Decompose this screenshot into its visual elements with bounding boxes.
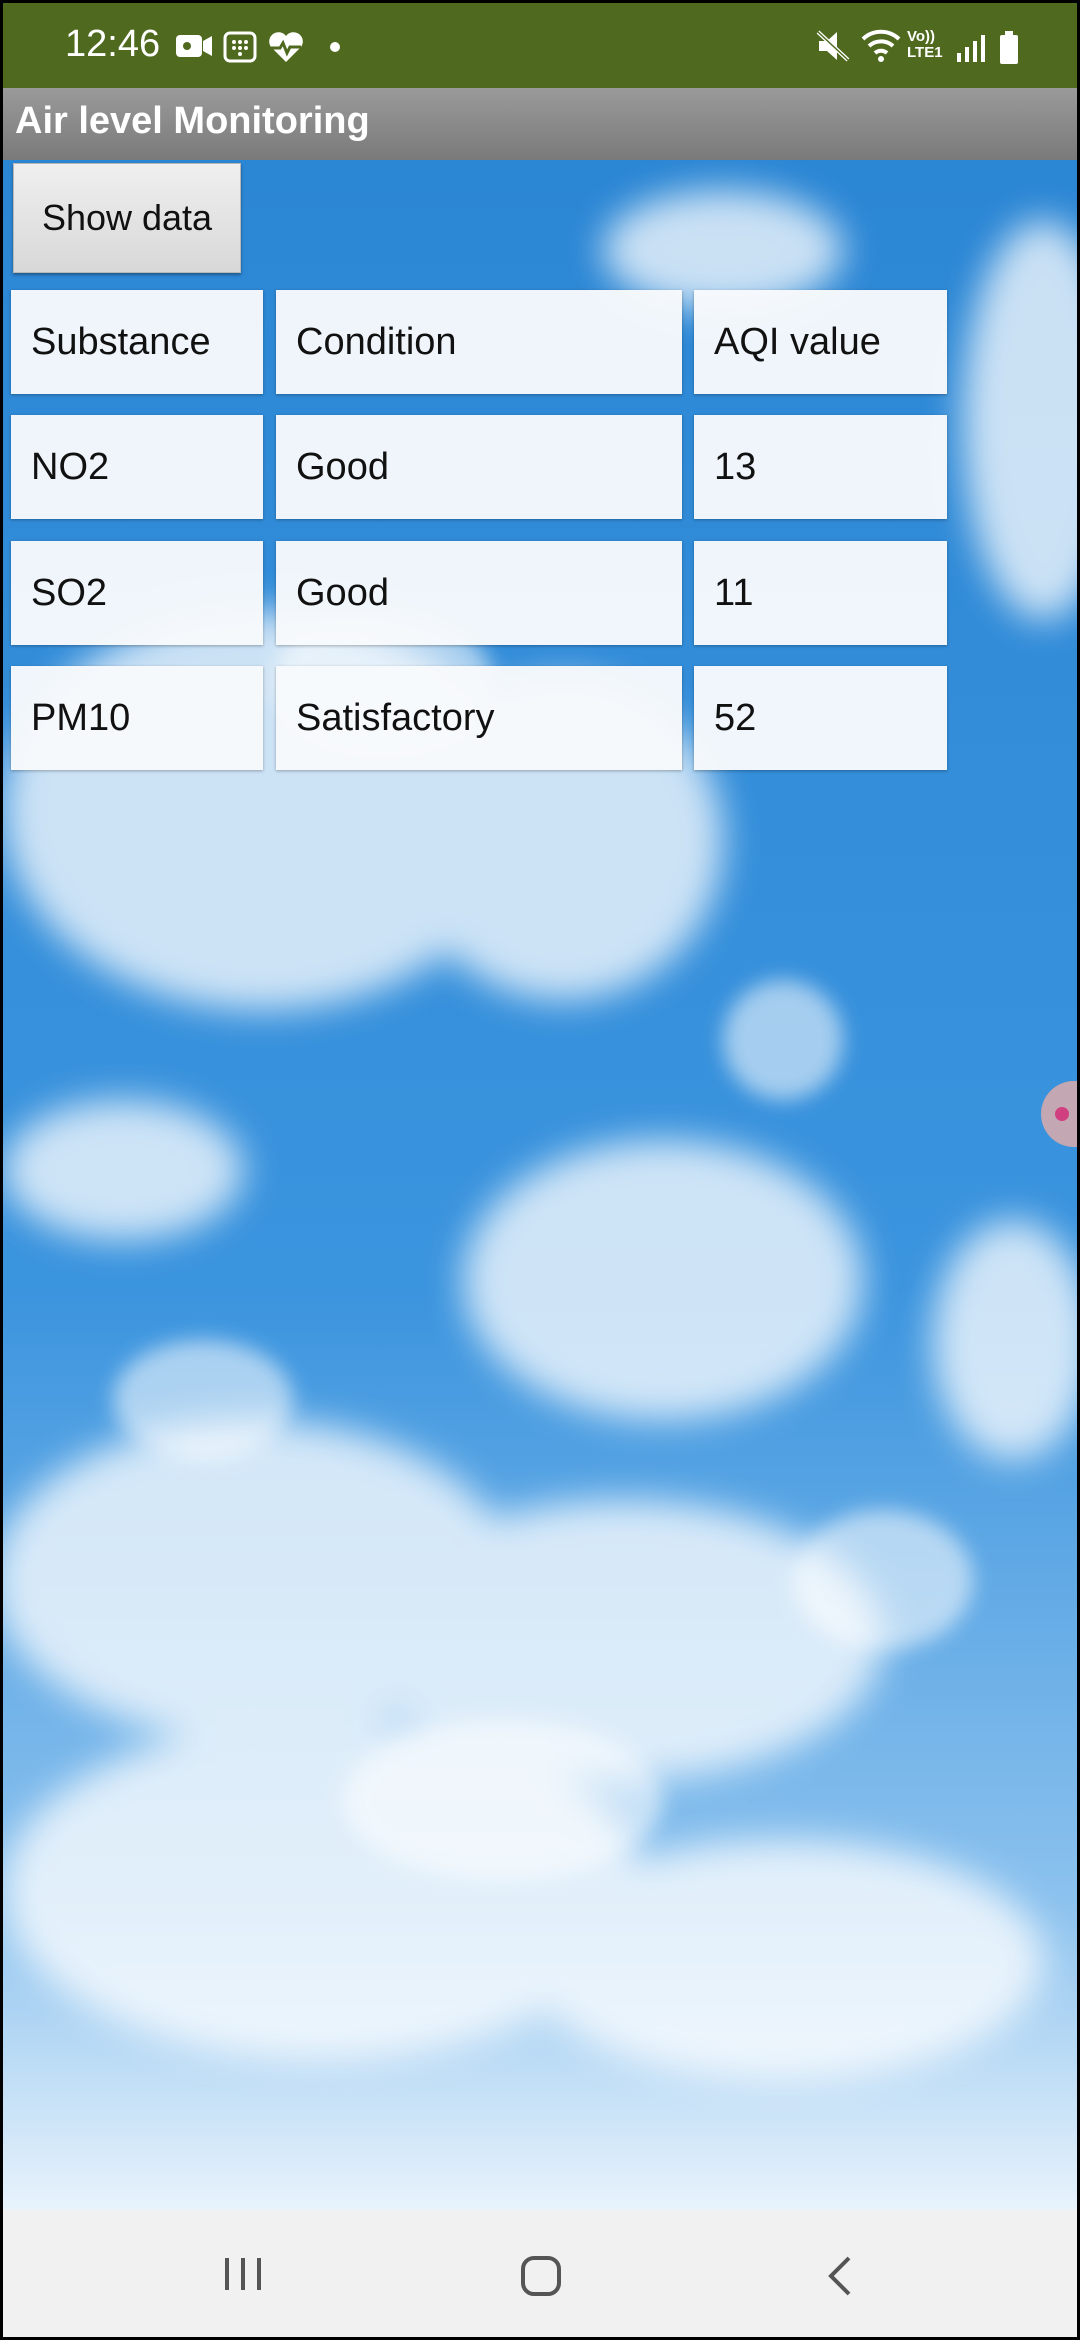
battery-icon: [1000, 31, 1018, 64]
app-bar: Air level Monitoring: [3, 88, 1077, 160]
wifi-icon: [861, 29, 901, 62]
back-icon[interactable]: [825, 2254, 855, 2298]
video-icon: [176, 35, 212, 57]
header-condition: Condition: [276, 290, 682, 394]
sim-app-icon: [223, 31, 257, 63]
condition-cell: Good: [276, 415, 682, 519]
screen: 12:46 Vo)) LTE1 Air level Monitoring Sho…: [3, 3, 1077, 2337]
app-title: Air level Monitoring: [15, 100, 370, 142]
home-icon[interactable]: [519, 2254, 563, 2298]
volte-bottom-label: LTE1: [907, 44, 943, 61]
recent-apps-icon[interactable]: [221, 2254, 265, 2294]
status-bar: 12:46 Vo)) LTE1: [3, 3, 1077, 88]
header-aqi-value: AQI value: [694, 290, 947, 394]
navigation-bar: [3, 2210, 1077, 2337]
signal-icon: [957, 35, 985, 62]
aqi-value-cell: 11: [694, 541, 947, 645]
aqi-value-cell: 52: [694, 666, 947, 770]
header-substance: Substance: [11, 290, 263, 394]
show-data-button[interactable]: Show data: [13, 163, 241, 273]
substance-cell: PM10: [11, 666, 263, 770]
volte-top-label: Vo)): [907, 28, 936, 45]
condition-cell: Good: [276, 541, 682, 645]
substance-cell: SO2: [11, 541, 263, 645]
heart-icon: [269, 32, 303, 62]
status-time: 12:46: [65, 23, 161, 65]
mute-icon: [816, 30, 850, 62]
volte-icon: Vo)) LTE1: [907, 29, 953, 61]
dot-icon: [330, 42, 340, 52]
condition-cell: Satisfactory: [276, 666, 682, 770]
substance-cell: NO2: [11, 415, 263, 519]
aqi-value-cell: 13: [694, 415, 947, 519]
